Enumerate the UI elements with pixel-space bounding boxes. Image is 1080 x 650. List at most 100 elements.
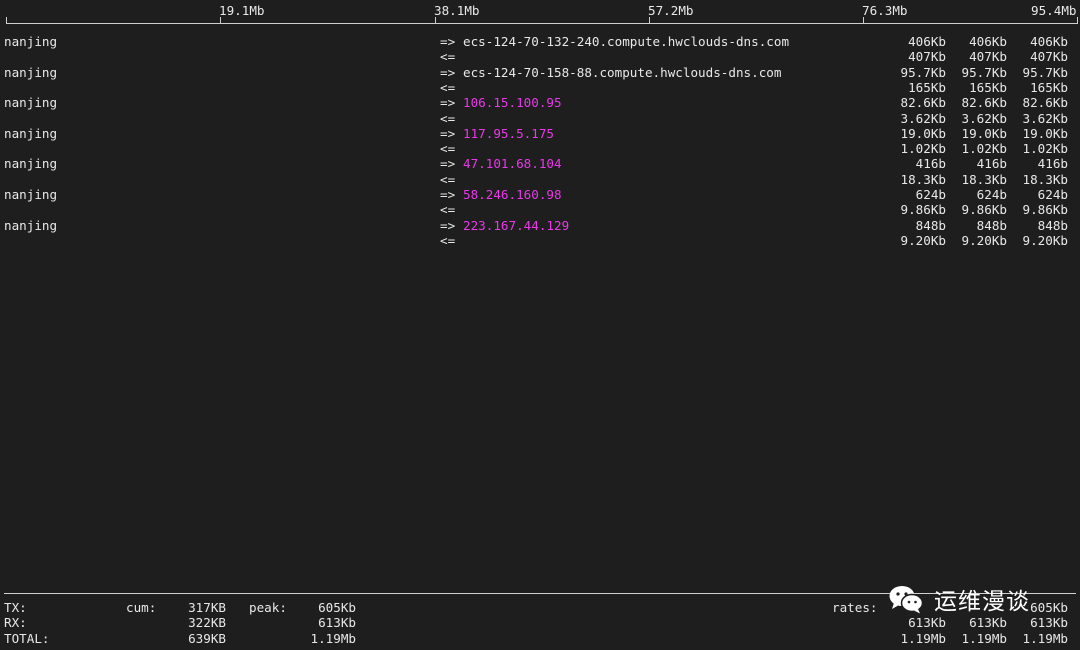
out-rate-2s: 406Kb: [908, 34, 946, 49]
tx-label: TX:: [4, 600, 27, 615]
in-rate-40s: 407Kb: [1030, 49, 1068, 65]
watermark: 运维漫谈: [888, 582, 1030, 616]
outbound-arrow: =>: [440, 64, 456, 80]
in-rate-10s: 9.86Kb: [961, 202, 1008, 218]
local-host: nanjing: [4, 64, 58, 80]
scale-tick: [649, 17, 650, 24]
outbound-arrow: =>: [440, 156, 456, 172]
in-rate-2s: 9.20Kb: [900, 232, 947, 248]
rx-rate-40s: 613Kb: [1030, 615, 1068, 630]
out-rate-2s: 416b: [915, 156, 946, 172]
scale-tick: [1077, 17, 1078, 24]
rx-cum-value: 322KB: [188, 615, 226, 630]
local-host: nanjing: [4, 34, 58, 49]
wechat-icon: [889, 586, 924, 614]
remote-host: 223.167.44.129: [463, 217, 570, 233]
total-label: TOTAL:: [4, 631, 50, 646]
total-peak-value: 1.19Mb: [310, 631, 357, 646]
scale-label: 76.3Mb: [862, 3, 908, 18]
in-rate-40s: 9.86Kb: [1022, 202, 1069, 218]
outbound-arrow: =>: [440, 125, 456, 141]
out-rate-10s: 19.0Kb: [961, 125, 1008, 141]
in-rate-10s: 9.20Kb: [961, 232, 1008, 248]
scale-axis-line: [6, 23, 1078, 24]
scale-label: 57.2Mb: [648, 3, 694, 18]
out-rate-2s: 624b: [915, 187, 946, 202]
in-rate-10s: 165Kb: [969, 79, 1007, 95]
rx-rate-2s: 613Kb: [908, 615, 946, 630]
rx-peak-value: 613Kb: [318, 615, 356, 630]
scale-label: 95.4Mb: [1031, 3, 1077, 18]
out-rate-40s: 848b: [1037, 217, 1068, 233]
in-rate-10s: 3.62Kb: [961, 110, 1008, 126]
scale-tick: [220, 17, 221, 24]
remote-host: 106.15.100.95: [463, 95, 562, 111]
inbound-arrow: <=: [440, 49, 456, 65]
in-rate-10s: 1.02Kb: [961, 141, 1008, 157]
out-rate-10s: 95.7Kb: [961, 64, 1008, 80]
out-rate-10s: 82.6Kb: [961, 95, 1008, 111]
remote-host: 117.95.5.175: [463, 125, 554, 141]
in-rate-2s: 3.62Kb: [900, 110, 947, 126]
in-rate-40s: 165Kb: [1030, 79, 1068, 95]
out-rate-40s: 95.7Kb: [1022, 64, 1069, 80]
outbound-arrow: =>: [440, 34, 456, 49]
tx-cum-value: 317KB: [188, 600, 226, 615]
inbound-arrow: <=: [440, 202, 456, 218]
remote-host: ecs-124-70-158-88.compute.hwclouds-dns.c…: [463, 64, 782, 80]
local-host: nanjing: [4, 187, 58, 202]
remote-host: 58.246.160.98: [463, 187, 562, 202]
in-rate-40s: 1.02Kb: [1022, 141, 1069, 157]
out-rate-40s: 416b: [1037, 156, 1068, 172]
total-rate-10s: 1.19Mb: [961, 631, 1008, 646]
out-rate-10s: 624b: [976, 187, 1007, 202]
inbound-arrow: <=: [440, 141, 456, 157]
out-rate-2s: 95.7Kb: [900, 64, 947, 80]
scale-tick: [863, 17, 864, 24]
scale-label: 38.1Mb: [434, 3, 480, 18]
peak-label: peak:: [249, 600, 287, 615]
scale-tick: [435, 17, 436, 24]
rx-label: RX:: [4, 615, 27, 630]
inbound-arrow: <=: [440, 232, 456, 248]
total-rate-2s: 1.19Mb: [900, 631, 947, 646]
in-rate-2s: 407Kb: [908, 49, 946, 65]
in-rate-2s: 165Kb: [908, 79, 946, 95]
scale-label: 19.1Mb: [219, 3, 265, 18]
out-rate-40s: 19.0Kb: [1022, 125, 1069, 141]
bandwidth-scale: 19.1Mb 38.1Mb 57.2Mb 76.3Mb 95.4Mb: [6, 0, 1078, 26]
out-rate-10s: 416b: [976, 156, 1007, 172]
out-rate-10s: 848b: [976, 217, 1007, 233]
remote-host: 47.101.68.104: [463, 156, 562, 172]
outbound-arrow: =>: [440, 95, 456, 111]
in-rate-40s: 18.3Kb: [1022, 171, 1069, 187]
local-host: nanjing: [4, 156, 58, 172]
out-rate-2s: 848b: [915, 217, 946, 233]
inbound-arrow: <=: [440, 171, 456, 187]
out-rate-2s: 82.6Kb: [900, 95, 947, 111]
in-rate-10s: 407Kb: [969, 49, 1007, 65]
inbound-arrow: <=: [440, 110, 456, 126]
out-rate-10s: 406Kb: [969, 34, 1007, 49]
rx-rate-10s: 613Kb: [969, 615, 1007, 630]
in-rate-10s: 18.3Kb: [961, 171, 1008, 187]
total-rate-40s: 1.19Mb: [1022, 631, 1069, 646]
out-rate-40s: 82.6Kb: [1022, 95, 1069, 111]
in-rate-2s: 9.86Kb: [900, 202, 947, 218]
outbound-arrow: =>: [440, 187, 456, 202]
in-rate-2s: 1.02Kb: [900, 141, 947, 157]
local-host: nanjing: [4, 95, 58, 111]
in-rate-2s: 18.3Kb: [900, 171, 947, 187]
local-host: nanjing: [4, 217, 58, 233]
remote-host: ecs-124-70-132-240.compute.hwclouds-dns.…: [463, 34, 790, 49]
out-rate-2s: 19.0Kb: [900, 125, 947, 141]
in-rate-40s: 9.20Kb: [1022, 232, 1069, 248]
scale-tick: [6, 17, 7, 24]
outbound-arrow: =>: [440, 217, 456, 233]
total-cum-value: 639KB: [188, 631, 226, 646]
out-rate-40s: 406Kb: [1030, 34, 1068, 49]
out-rate-40s: 624b: [1037, 187, 1068, 202]
watermark-text: 运维漫谈: [934, 589, 1030, 615]
rates-label: rates:: [832, 600, 878, 615]
local-host: nanjing: [4, 125, 58, 141]
